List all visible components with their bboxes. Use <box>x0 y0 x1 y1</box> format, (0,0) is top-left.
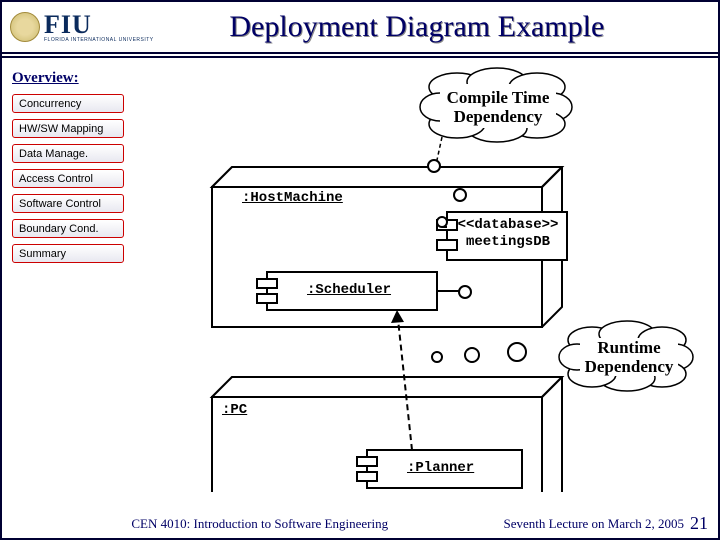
cloud-runtime-label: Runtime Dependency <box>574 340 684 376</box>
logo-subtitle: FLORIDA INTERNATIONAL UNIVERSITY <box>44 38 154 43</box>
footer: CEN 4010: Introduction to Software Engin… <box>2 516 718 532</box>
nav-software-control[interactable]: Software Control <box>12 194 124 213</box>
interface-lollipop-icon <box>459 286 471 298</box>
pc-node-label: :PC <box>222 402 247 418</box>
db-stereotype: <<database>> <box>452 217 564 234</box>
dependency-arrow <box>437 137 442 160</box>
nav-summary[interactable]: Summary <box>12 244 124 263</box>
host-node-label: :HostMachine <box>242 190 343 206</box>
scheduler-label: :Scheduler <box>307 282 391 298</box>
nav-access-control[interactable]: Access Control <box>12 169 124 188</box>
interface-lollipop-icon <box>437 217 447 227</box>
interface-lollipop-icon <box>465 348 479 362</box>
sidebar-nav: Concurrency HW/SW Mapping Data Manage. A… <box>12 94 124 263</box>
deployment-diagram: Compile Time Dependency Runtime Dependen… <box>142 62 702 492</box>
interface-lollipop-icon <box>508 343 526 361</box>
slide-title: Deployment Diagram Example <box>164 10 710 44</box>
footer-course: CEN 4010: Introduction to Software Engin… <box>16 516 503 532</box>
logo-acronym: FIU <box>44 12 154 38</box>
overview-heading: Overview: <box>12 70 79 87</box>
title-bar: FIU FLORIDA INTERNATIONAL UNIVERSITY Dep… <box>2 2 718 54</box>
cloud-compile-label: Compile Time Dependency <box>438 88 558 128</box>
fiu-logo: FIU FLORIDA INTERNATIONAL UNIVERSITY <box>10 12 154 43</box>
page-number: 21 <box>690 513 708 534</box>
diagram-svg <box>142 62 702 492</box>
seal-icon <box>10 12 40 42</box>
nav-data-manage[interactable]: Data Manage. <box>12 144 124 163</box>
interface-lollipop-icon <box>428 160 440 172</box>
db-name: meetingsDB <box>452 234 564 251</box>
interface-lollipop-icon <box>454 189 466 201</box>
footer-lecture: Seventh Lecture on March 2, 2005 <box>503 516 684 532</box>
nav-hwsw-mapping[interactable]: HW/SW Mapping <box>12 119 124 138</box>
slide: FIU FLORIDA INTERNATIONAL UNIVERSITY Dep… <box>0 0 720 540</box>
nav-concurrency[interactable]: Concurrency <box>12 94 124 113</box>
planner-label: :Planner <box>407 460 474 476</box>
nav-boundary-cond[interactable]: Boundary Cond. <box>12 219 124 238</box>
interface-lollipop-icon <box>432 352 442 362</box>
